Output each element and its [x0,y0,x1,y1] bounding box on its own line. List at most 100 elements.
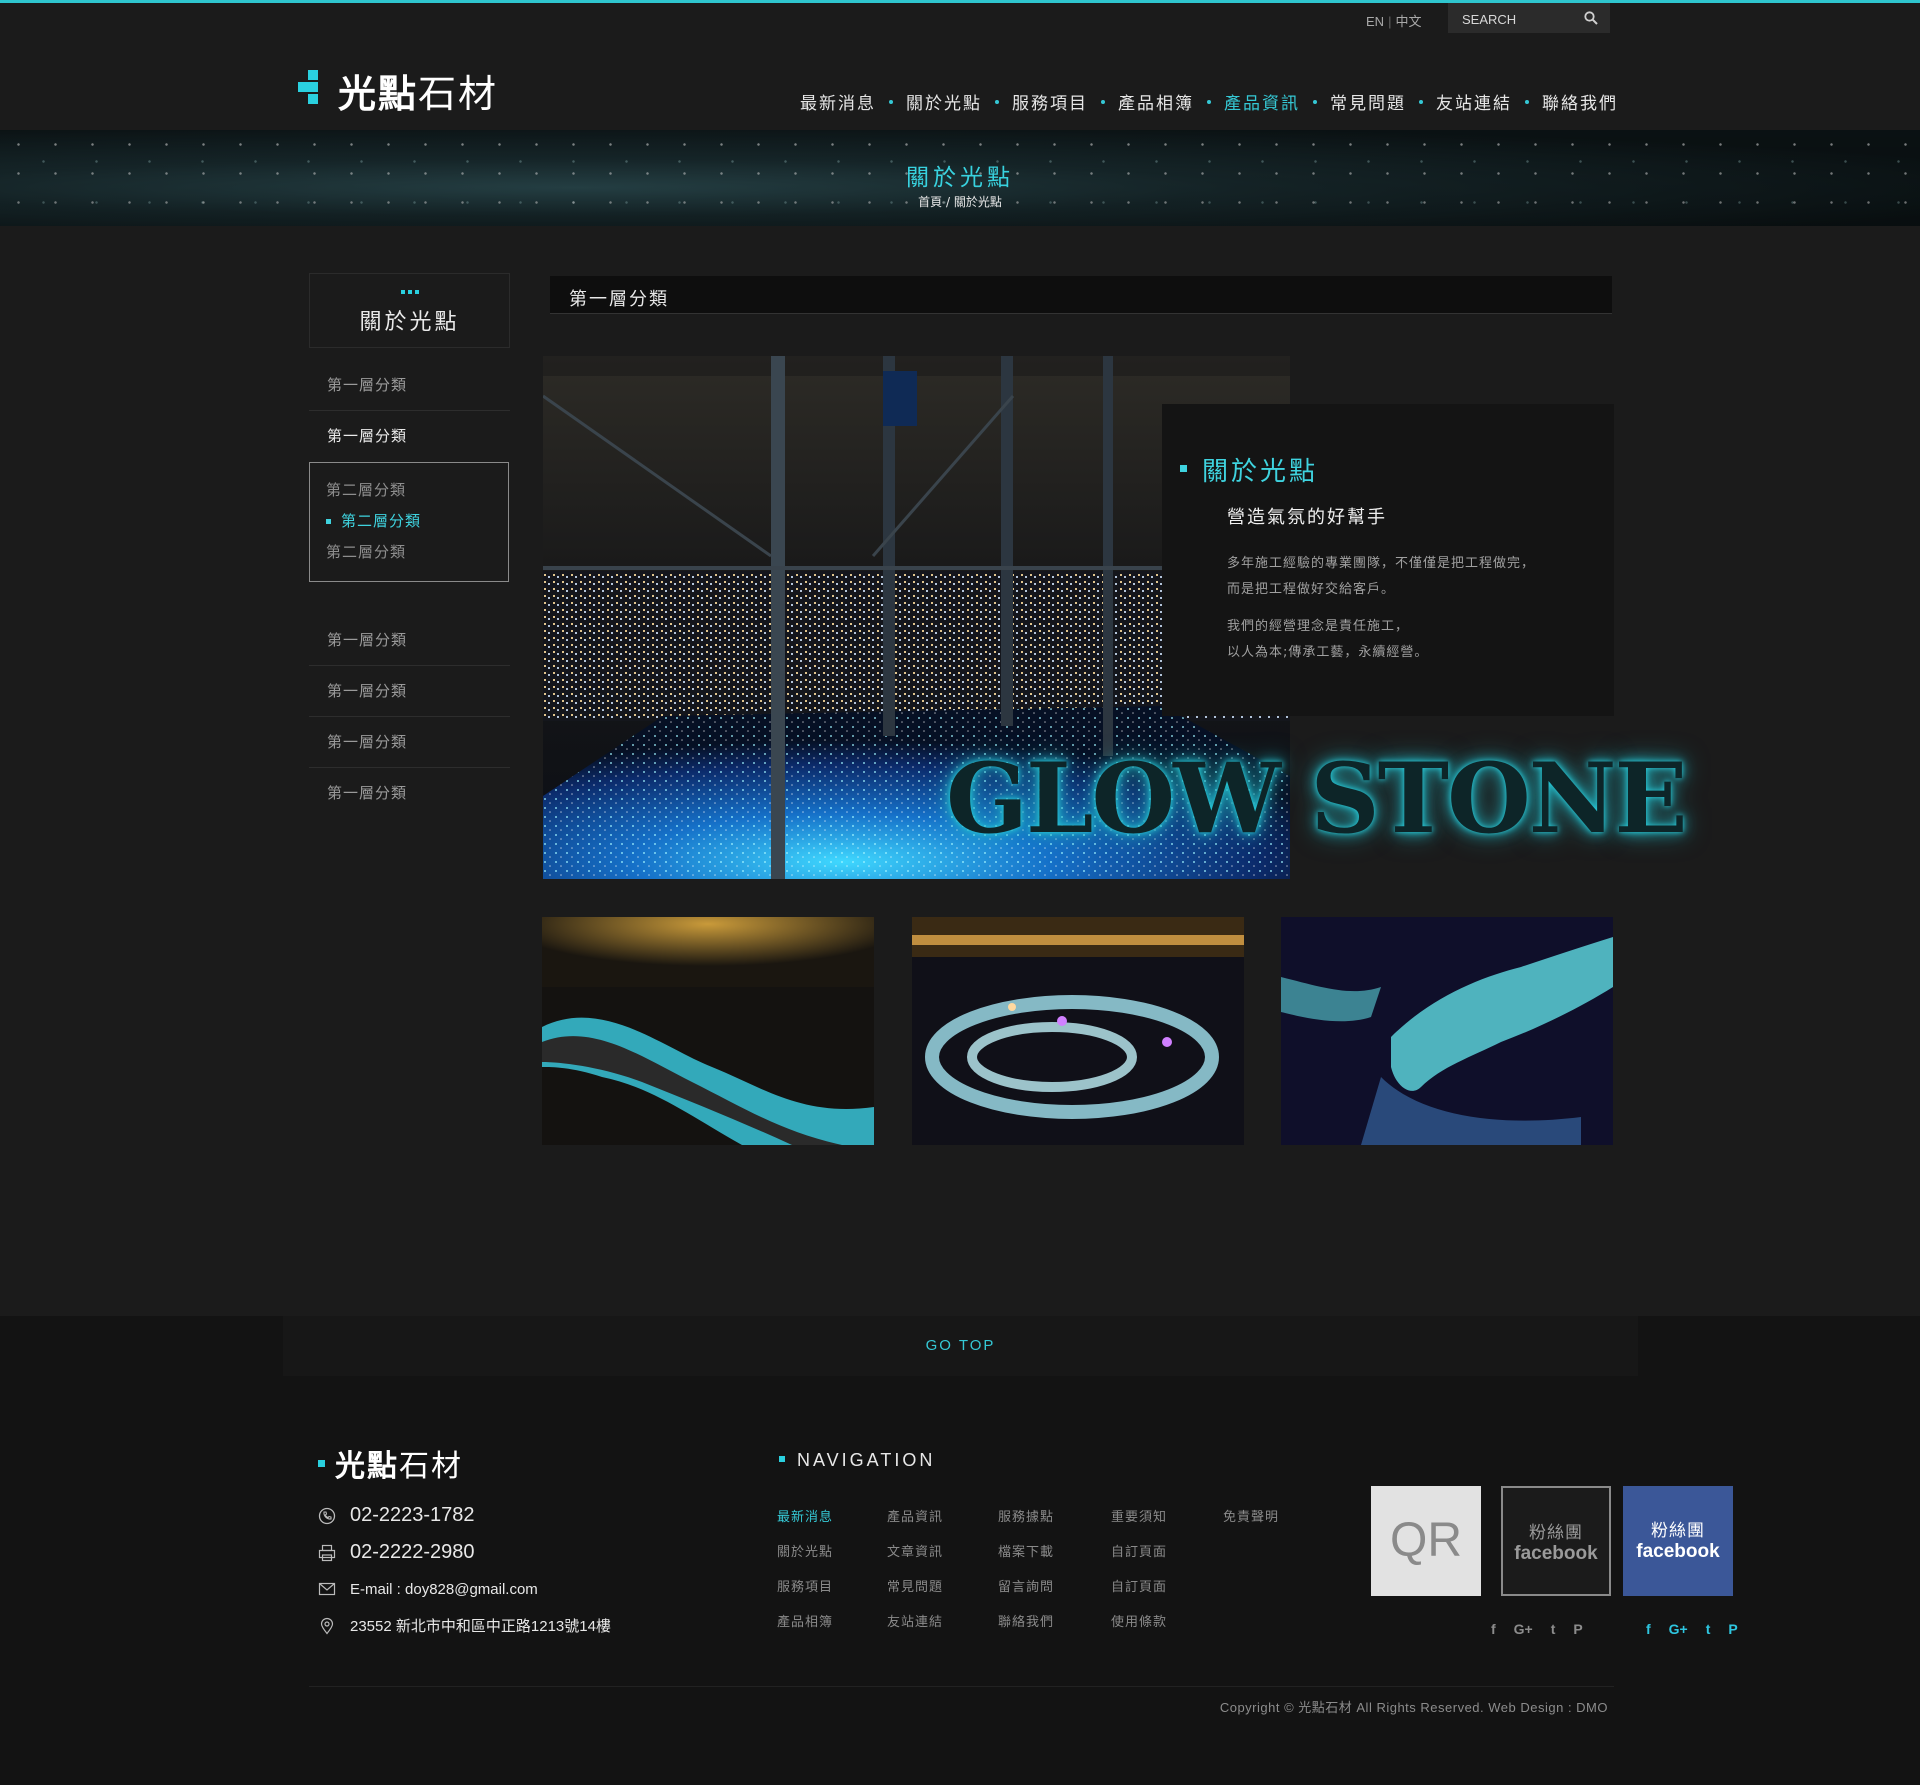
footer-nav-link[interactable]: 最新消息 [777,1506,833,1525]
sidebar-item[interactable]: 第一層分類 [309,615,510,666]
sidebar-submenu: 第二層分類 第二層分類 第二層分類 [309,462,509,582]
sidebar-subitem[interactable]: 第二層分類 [326,537,508,568]
main-nav: 最新消息 關於光點 服務項目 產品相簿 產品資訊 常見問題 友站連結 聯絡我們 [800,89,1618,114]
phone-number[interactable]: 02-2223-1782 [350,1504,475,1527]
gallery-thumb[interactable] [542,917,874,1145]
facebook-label: facebook [1514,1543,1598,1564]
nav-separator [1101,99,1105,104]
sidebar-subitem[interactable]: 第二層分類 [326,475,508,506]
sidebar-item[interactable]: 第一層分類 [309,768,510,819]
mail-icon [318,1582,336,1596]
lang-en-link[interactable]: EN [1366,14,1384,29]
footer-nav-link[interactable]: 服務項目 [777,1576,833,1595]
logo-text-light: 石材 [418,71,499,116]
info-paragraph-1-line-2: 而是把工程做好交給客戶。 [1227,582,1396,597]
breadcrumb[interactable]: 首頁 / 關於光點 [0,193,1920,210]
sidebar-list: 第一層分類 第一層分類 第二層分類 第二層分類 第二層分類 第一層分類 第一層分… [309,360,510,819]
nav-item-faq[interactable]: 常見問題 [1330,89,1406,114]
nav-item-links[interactable]: 友站連結 [1436,89,1512,114]
about-info-card: 關於光點 營造氣氛的好幫手 多年施工經驗的專業團隊，不僅僅是把工程做完， 而是把… [1162,404,1614,716]
location-icon [320,1617,334,1634]
gallery-thumb[interactable] [912,917,1244,1145]
footer-nav-link[interactable]: 聯絡我們 [998,1611,1054,1630]
phone-icon [318,1507,336,1524]
gallery-photo-spiral [912,917,1244,1145]
fax-icon [318,1544,336,1561]
nav-item-services[interactable]: 服務項目 [1012,89,1088,114]
social-icons-grey: f G+ t P [1491,1621,1583,1637]
go-top-bar[interactable]: GO TOP [283,1316,1638,1376]
dots-icon [401,290,419,294]
site-logo[interactable]: 光點石材 [298,66,498,116]
address-text: 23552 新北市中和區中正路1213號14樓 [350,1618,611,1635]
footer-nav-link[interactable]: 產品相簿 [777,1611,833,1630]
footer-nav-link[interactable]: 檔案下載 [998,1541,1054,1560]
facebook-icon[interactable]: f [1646,1621,1651,1637]
facebook-icon[interactable]: f [1491,1621,1496,1637]
footer-logo-light: 石材 [399,1449,463,1484]
info-paragraph-1: 多年施工經驗的專業團隊，不僅僅是把工程做完， 而是把工程做好交給客戶。 [1227,551,1535,603]
logo-mark-icon [298,70,328,110]
footer-fax: 02-2222-2980 [318,1541,475,1564]
email-address[interactable]: E-mail : doy828@gmail.com [350,1581,538,1598]
footer-nav-link[interactable]: 友站連結 [887,1611,943,1630]
footer-logo-bold: 光點 [335,1449,399,1484]
footer-logo[interactable]: 光點石材 [318,1441,463,1485]
footer-nav-link[interactable]: 自訂頁面 [1111,1576,1167,1595]
fanpage-label: 粉絲團 [1529,1523,1583,1543]
site-header: EN |中文 光點石材 最新消息 關於光點 服務項目 產品相簿 產品資訊 常見問題… [0,3,1920,130]
nav-item-contact[interactable]: 聯絡我們 [1542,89,1618,114]
sidebar-item[interactable]: 第一層分類 [309,717,510,768]
footer-logo-mark-icon [318,1459,325,1467]
search-input[interactable] [1462,11,1582,27]
sidebar: 關於光點 第一層分類 第一層分類 第二層分類 第二層分類 第二層分類 第一層分類… [309,273,510,819]
nav-item-album[interactable]: 產品相簿 [1118,89,1194,114]
gallery-thumb[interactable] [1281,917,1613,1145]
footer-nav-link[interactable]: 產品資訊 [887,1506,943,1525]
logo-text: 光點石材 [338,63,498,118]
twitter-icon[interactable]: t [1551,1621,1556,1637]
fanpage-label: 粉絲團 [1651,1521,1705,1541]
footer-email: E-mail : doy828@gmail.com [318,1580,538,1598]
footer-divider [309,1686,1614,1687]
footer-nav-link[interactable]: 服務據點 [998,1506,1054,1525]
pinterest-icon[interactable]: P [1728,1621,1737,1637]
page-banner: 關於光點 首頁 / 關於光點 [0,130,1920,226]
facebook-fanpage-button[interactable]: 粉絲團 facebook [1623,1486,1733,1596]
pinterest-icon[interactable]: P [1573,1621,1582,1637]
info-paragraph-2-line-2: 以人為本;傳承工藝，永續經營。 [1227,645,1429,660]
footer-nav-link[interactable]: 常見問題 [887,1576,943,1595]
sidebar-header: 關於光點 [309,273,510,348]
footer-nav-link[interactable]: 自訂頁面 [1111,1541,1167,1560]
sidebar-subitem-active[interactable]: 第二層分類 [326,506,508,537]
banner-title: 關於光點 [906,165,1014,191]
sidebar-item[interactable]: 第一層分類 [309,666,510,717]
google-plus-icon[interactable]: G+ [1514,1621,1533,1637]
sidebar-item[interactable]: 第一層分類 [309,360,510,411]
lang-zh-link[interactable]: 中文 [1395,11,1421,30]
section-title: 第一層分類 [569,289,669,310]
footer-nav-link[interactable]: 免責聲明 [1223,1506,1279,1525]
footer-nav-link[interactable]: 留言詢問 [998,1576,1054,1595]
go-top-link[interactable]: GO TOP [926,1337,996,1354]
facebook-label: facebook [1636,1541,1720,1562]
nav-separator [995,99,999,104]
google-plus-icon[interactable]: G+ [1669,1621,1688,1637]
footer-nav-link[interactable]: 文章資訊 [887,1541,943,1560]
footer-nav-link[interactable]: 關於光點 [777,1541,833,1560]
nav-separator [1525,99,1529,104]
sidebar-item-open[interactable]: 第一層分類 [309,411,510,462]
gallery-photo-path [542,917,874,1145]
twitter-icon[interactable]: t [1706,1621,1711,1637]
search-icon[interactable] [1584,11,1598,25]
logo-text-bold: 光點 [338,71,419,116]
nav-item-products[interactable]: 產品資訊 [1224,89,1300,114]
info-subtitle: 營造氣氛的好幫手 [1227,507,1387,528]
gallery-photo-map [1281,917,1613,1145]
glow-stone-title: GLOW STONE [946,742,1688,855]
facebook-fanpage-button-outline[interactable]: 粉絲團 facebook [1501,1486,1611,1596]
nav-item-news[interactable]: 最新消息 [800,89,876,114]
footer-nav-link[interactable]: 重要須知 [1111,1506,1167,1525]
footer-nav-link[interactable]: 使用條款 [1111,1611,1167,1630]
nav-item-about[interactable]: 關於光點 [906,89,982,114]
